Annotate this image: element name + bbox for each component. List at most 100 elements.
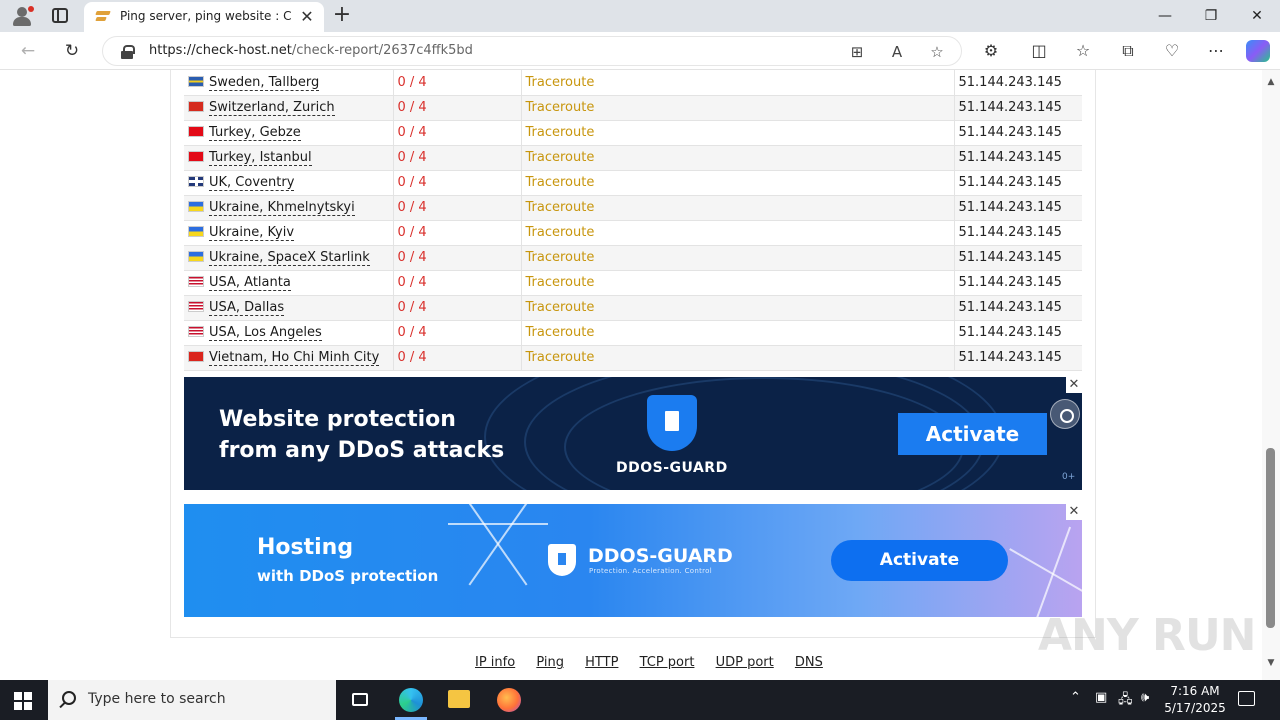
anyrun-watermark: ANY RUN (1038, 610, 1256, 661)
traceroute-link[interactable]: Traceroute (526, 100, 595, 115)
ad-activate-button[interactable]: Activate (898, 413, 1047, 455)
split-screen-icon[interactable]: ◫ (1027, 40, 1051, 62)
maximize-button[interactable]: ❐ (1188, 0, 1234, 32)
tab-actions-icon[interactable] (52, 8, 68, 23)
more-menu-icon[interactable]: ⋯ (1204, 40, 1228, 62)
location-cell: USA, Los Angeles (184, 320, 394, 346)
favorites-icon[interactable]: ☆ (1071, 40, 1095, 62)
location-link[interactable]: Turkey, Gebze (209, 125, 301, 141)
ad-close-icon[interactable]: ✕ (1066, 504, 1082, 520)
footer-link-udp-port[interactable]: UDP port (716, 655, 774, 670)
traceroute-link[interactable]: Traceroute (526, 300, 595, 315)
traceroute-link[interactable]: Traceroute (526, 325, 595, 340)
traceroute-link[interactable]: Traceroute (526, 275, 595, 290)
url-text[interactable]: https://check-host.net/check-report/2637… (149, 43, 473, 58)
back-button[interactable]: ← (16, 40, 40, 62)
traceroute-link[interactable]: Traceroute (526, 350, 595, 365)
file-explorer-icon[interactable] (435, 680, 483, 720)
flag-icon (188, 126, 204, 137)
extensions-icon[interactable]: ⚙ (979, 40, 1003, 62)
clock-time: 7:16 AM (1170, 684, 1220, 698)
flag-icon (188, 301, 204, 312)
scroll-thumb[interactable] (1266, 448, 1275, 628)
location-cell: USA, Dallas (184, 295, 394, 321)
active-tab[interactable]: Ping server, ping website : Check ✕ (84, 2, 324, 32)
traceroute-link[interactable]: Traceroute (526, 150, 595, 165)
new-tab-button[interactable]: + (330, 3, 354, 27)
traceroute-cell: Traceroute (521, 220, 955, 246)
footer-link-dns[interactable]: DNS (795, 655, 823, 670)
location-link[interactable]: USA, Los Angeles (209, 325, 322, 341)
visual-search-icon[interactable] (1050, 399, 1080, 429)
firefox-icon[interactable] (484, 680, 532, 720)
location-link[interactable]: Ukraine, Kyiv (209, 225, 295, 241)
notifications-icon[interactable] (1238, 691, 1255, 706)
location-link[interactable]: USA, Dallas (209, 300, 285, 316)
traceroute-link[interactable]: Traceroute (526, 125, 595, 140)
collections-icon[interactable]: ⧉ (1116, 40, 1140, 62)
table-row: Turkey, Gebze 0 / 4 Traceroute 51.144.243.1… (184, 120, 1082, 146)
result-cell: 0 / 4 (393, 245, 522, 271)
location-link[interactable]: Sweden, Tallberg (209, 74, 320, 91)
traceroute-cell: Traceroute (521, 145, 955, 171)
flag-icon (188, 201, 204, 212)
close-window-button[interactable]: ✕ (1234, 0, 1280, 32)
location-link[interactable]: Turkey, Istanbul (209, 150, 312, 166)
windows-start-icon[interactable] (14, 692, 32, 710)
scroll-up-arrow-icon[interactable]: ▲ (1262, 74, 1280, 90)
ip-cell: 51.144.243.145 (954, 145, 1082, 171)
traceroute-link[interactable]: Traceroute (526, 75, 595, 90)
taskbar-search-box[interactable]: Type here to search (48, 680, 336, 720)
traceroute-cell: Traceroute (521, 95, 955, 121)
edge-taskbar-icon[interactable] (387, 680, 435, 720)
show-hidden-icons-icon[interactable]: ⌃ (1070, 690, 1081, 705)
footer-link-ip-info[interactable]: IP info (475, 655, 515, 670)
hosting-banner-ad[interactable]: Hosting with DDoS protection DDOS-GUARD … (184, 504, 1082, 617)
device-icon[interactable]: ▣ (1095, 690, 1107, 705)
shield-logo-icon (647, 395, 697, 451)
result-cell: 0 / 4 (393, 145, 522, 171)
ddos-guard-banner-ad[interactable]: Website protection from any DDoS attacks… (184, 377, 1082, 490)
ad-close-icon[interactable]: ✕ (1066, 377, 1082, 393)
ip-cell: 51.144.243.145 (954, 195, 1082, 221)
table-row: USA, Atlanta 0 / 4 Traceroute 51.144.243.14… (184, 270, 1082, 296)
task-view-icon[interactable] (336, 680, 384, 720)
tab-close-icon[interactable]: ✕ (298, 8, 316, 26)
location-cell: Turkey, Istanbul (184, 145, 394, 171)
ad-activate-button[interactable]: Activate (831, 540, 1008, 581)
network-icon[interactable]: 🖧 (1118, 690, 1133, 712)
refresh-button[interactable]: ↻ (60, 40, 84, 62)
traceroute-link[interactable]: Traceroute (526, 250, 595, 265)
system-clock[interactable]: 7:16 AM 5/17/2025 (1160, 683, 1230, 717)
ad-title: Hosting (257, 535, 354, 560)
location-link[interactable]: Switzerland, Zurich (209, 100, 335, 116)
traceroute-cell: Traceroute (521, 295, 955, 321)
favorite-star-icon[interactable]: ☆ (927, 42, 947, 62)
traceroute-link[interactable]: Traceroute (526, 175, 595, 190)
location-link[interactable]: UK, Coventry (209, 175, 295, 191)
location-link[interactable]: Ukraine, Khmelnytskyi (209, 200, 355, 216)
read-aloud-icon[interactable]: A (887, 42, 907, 62)
address-bar[interactable]: https://check-host.net/check-report/2637… (102, 36, 962, 66)
scroll-down-arrow-icon[interactable]: ▼ (1262, 655, 1280, 671)
footer-link-ping[interactable]: Ping (536, 655, 564, 670)
copilot-icon[interactable] (1246, 40, 1270, 62)
volume-icon[interactable]: 🕪 (1141, 690, 1149, 705)
location-link[interactable]: USA, Atlanta (209, 275, 291, 291)
footer-link-tcp-port[interactable]: TCP port (640, 655, 695, 670)
windows-taskbar: Type here to search ⌃ ▣ 🖧 🕪 7:16 AM 5/17… (0, 680, 1280, 720)
decorative-star (1034, 526, 1072, 617)
traceroute-link[interactable]: Traceroute (526, 225, 595, 240)
page-scrollbar[interactable]: ▲ ▼ (1262, 70, 1280, 680)
traceroute-link[interactable]: Traceroute (526, 200, 595, 215)
footer-link-http[interactable]: HTTP (585, 655, 618, 670)
lock-icon[interactable] (121, 45, 135, 59)
minimize-button[interactable]: — (1142, 0, 1188, 32)
location-link[interactable]: Vietnam, Ho Chi Minh City (209, 350, 380, 366)
profile-icon[interactable] (8, 4, 36, 28)
table-row: USA, Dallas 0 / 4 Traceroute 51.144.243.145 (184, 295, 1082, 321)
location-link[interactable]: Ukraine, SpaceX Starlink (209, 250, 370, 266)
location-cell: Ukraine, Kyiv (184, 220, 394, 246)
app-available-icon[interactable]: ⊞ (847, 42, 867, 62)
browser-essentials-icon[interactable]: ♡ (1160, 40, 1184, 62)
